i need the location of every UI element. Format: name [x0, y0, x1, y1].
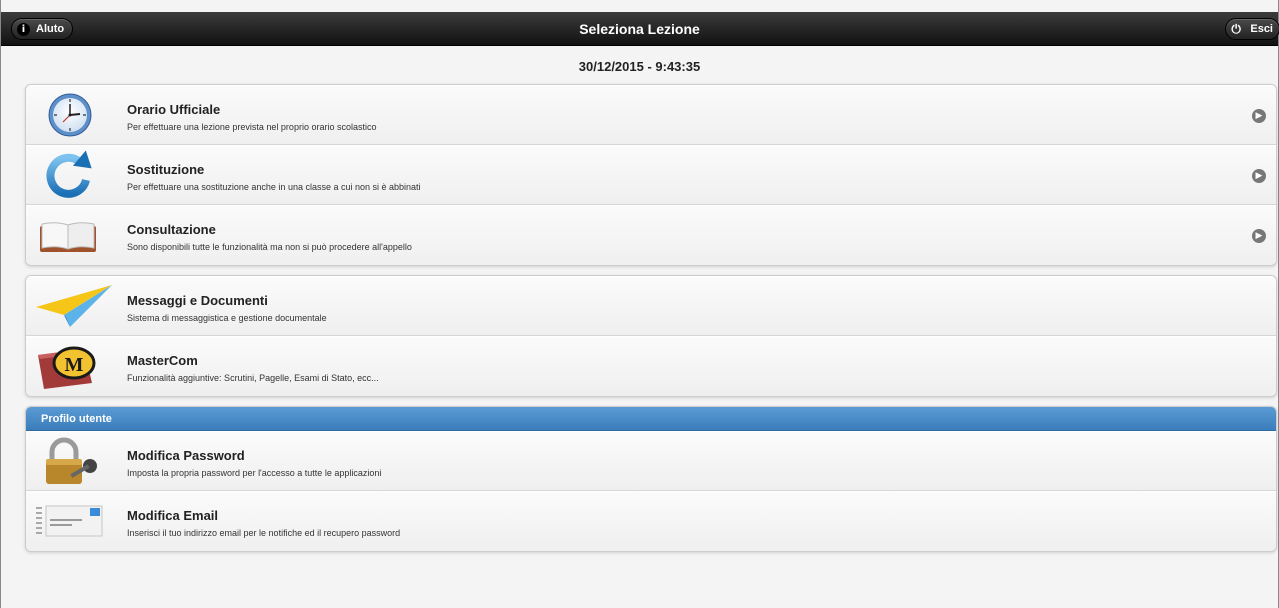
info-icon: i	[17, 22, 30, 36]
clock-icon	[34, 90, 106, 140]
exit-button[interactable]: ⏻ Esci	[1225, 18, 1279, 40]
chevron-right-icon: ▶	[1252, 109, 1266, 123]
paper-plane-icon	[34, 281, 112, 331]
list-item-description: Funzionalità aggiuntive: Scrutini, Pagel…	[127, 373, 379, 383]
list-item-description: Sono disponibili tutte le funzionalità m…	[127, 242, 412, 252]
refresh-arrow-icon	[34, 150, 106, 200]
current-datetime: 30/12/2015 - 9:43:35	[578, 59, 701, 74]
list-item-title: MasterCom	[127, 353, 198, 368]
mastercom-logo-icon: M	[34, 341, 106, 391]
open-book-icon	[34, 210, 106, 260]
padlock-key-icon	[34, 436, 106, 486]
list-item-description: Per effettuare una lezione prevista nel …	[127, 122, 377, 132]
list-item-modifica-password[interactable]: Modifica Password Imposta la propria pas…	[26, 431, 1276, 491]
svg-text:M: M	[65, 354, 84, 376]
list-item-sostituzione[interactable]: Sostituzione Per effettuare una sostituz…	[26, 145, 1276, 205]
list-item-consultazione[interactable]: Consultazione Sono disponibili tutte le …	[26, 205, 1276, 265]
list-item-mastercom[interactable]: M MasterCom Funzionalità aggiuntive: Scr…	[26, 336, 1276, 396]
chevron-right-icon: ▶	[1252, 169, 1266, 183]
list-item-title: Consultazione	[127, 222, 216, 237]
section-heading: Profilo utente	[26, 407, 1276, 431]
user-profile-section: Profilo utente Modifica Password Imposta…	[25, 406, 1277, 552]
list-item-description: Imposta la propria password per l'access…	[127, 468, 382, 478]
list-item-title: Modifica Email	[127, 508, 219, 523]
list-item-title: Orario Ufficiale	[127, 102, 221, 117]
list-item-description: Sistema di messaggistica e gestione docu…	[127, 313, 327, 323]
list-item-orario-ufficiale[interactable]: Orario Ufficiale Per effettuare una lezi…	[26, 85, 1276, 145]
list-item-description: Per effettuare una sostituzione anche in…	[127, 182, 421, 192]
email-form-icon	[34, 496, 106, 546]
top-toolbar: Seleziona Lezione i Aluto ⏻ Esci	[1, 12, 1279, 46]
help-button[interactable]: i Aluto	[11, 18, 74, 40]
list-item-modifica-email[interactable]: Modifica Email Inserisci il tuo indirizz…	[26, 491, 1276, 551]
list-item-messaggi-documenti[interactable]: Messaggi e Documenti Sistema di messaggi…	[26, 276, 1276, 336]
chevron-right-icon: ▶	[1252, 229, 1266, 243]
page-title: Seleziona Lezione	[579, 21, 700, 37]
list-item-title: Sostituzione	[127, 162, 205, 177]
power-icon: ⏻	[1231, 22, 1241, 36]
tools-list: Messaggi e Documenti Sistema di messaggi…	[25, 275, 1277, 397]
list-item-title: Modifica Password	[127, 448, 245, 463]
list-item-title: Messaggi e Documenti	[127, 293, 268, 308]
exit-button-label: Esci	[1250, 23, 1273, 35]
help-button-label: Aluto	[36, 23, 65, 35]
list-item-description: Inserisci il tuo indirizzo email per le …	[127, 528, 401, 538]
lesson-type-list: Orario Ufficiale Per effettuare una lezi…	[25, 84, 1277, 266]
